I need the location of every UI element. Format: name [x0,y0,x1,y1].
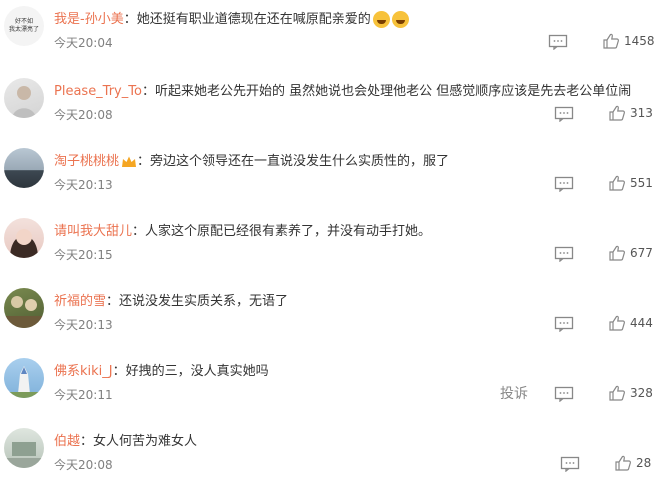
like-count: 313 [630,106,653,120]
username-link[interactable]: 伯越 [54,434,80,449]
thumbs-up-icon[interactable] [608,244,626,262]
separator: ： [123,12,137,27]
avatar-image [4,296,44,328]
reply-icon[interactable] [548,34,568,50]
separator: ： [137,154,151,169]
username-link[interactable]: Please_Try_To [54,84,142,99]
username-link[interactable]: 我是-孙小美 [54,12,124,27]
avatar[interactable] [4,218,44,258]
comment-line: 佛系kiki_J：好拽的三，没人真实她吗 [54,360,269,379]
like-count: 328 [630,386,653,400]
avatar-image [4,366,44,398]
thumbs-up-icon[interactable] [608,384,626,402]
comment-item: 淘子桃桃桃 ：旁边这个领导还在一直说没发生什么实质性的，服了 今天20:13 55… [0,142,660,212]
avatar-image [10,229,38,258]
like-count: 677 [630,246,653,260]
thumbs-up-icon[interactable] [614,454,632,472]
thumbs-up-icon[interactable] [602,32,620,50]
comment-time: 今天20:08 [54,458,113,472]
comment-line: 伯越：女人何苦为难女人 [54,430,197,449]
comment-line: 祈福的雪：还说没发生实质关系，无语了 [54,290,288,309]
laughing-crying-emoji-icon [391,11,409,28]
comment-text: 她还挺有职业道德现在还在喊原配亲爱的 [136,12,371,27]
reply-icon[interactable] [554,246,574,262]
crown-badge-icon [122,156,137,167]
separator: ： [112,364,126,379]
report-link[interactable]: 投诉 [500,383,528,403]
comment-text: 旁边这个领导还在一直说没发生什么实质性的，服了 [150,154,450,169]
comment-text: 还说没发生实质关系，无语了 [119,294,289,309]
avatar-image [4,442,44,468]
comment-text: 人家这个原配已经很有素养了，并没有动手打她。 [145,224,432,239]
like-count: 1458 [624,34,655,48]
comment-time: 今天20:04 [54,36,113,50]
avatar[interactable] [4,78,44,118]
comment-line: 请叫我大甜儿：人家这个原配已经很有素养了，并没有动手打她。 [54,220,431,239]
avatar[interactable] [4,148,44,188]
username-link[interactable]: 佛系kiki_J [54,364,113,379]
comment-time: 今天20:08 [54,108,113,122]
comment-time: 今天20:13 [54,318,113,332]
comment-item: Please_Try_To：听起来她老公先开始的 虽然她说也会处理他老公 但感觉… [0,72,660,142]
like-count: 28 [636,456,652,470]
comment-line: 我是-孙小美：她还挺有职业道德现在还在喊原配亲爱的 [54,8,409,28]
reply-icon[interactable] [554,386,574,402]
avatar[interactable] [4,288,44,328]
comment-time: 今天20:15 [54,248,113,262]
thumbs-up-icon[interactable] [608,174,626,192]
comment-time: 今天20:13 [54,178,113,192]
comment-time: 今天20:11 [54,388,113,402]
thumbs-up-icon[interactable] [608,104,626,122]
avatar-text: 好不如 我太漂亮了 [8,18,39,33]
comment-text: 女人何苦为难女人 [93,434,198,449]
reply-icon[interactable] [554,106,574,122]
comment-text: 听起来她老公先开始的 虽然她说也会处理他老公 但感觉顺序应该是先去老公单位闹 [154,84,632,99]
comment-line: 淘子桃桃桃 ：旁边这个领导还在一直说没发生什么实质性的，服了 [54,150,449,169]
avatar[interactable] [4,358,44,398]
username-link[interactable]: 请叫我大甜儿 [54,224,132,239]
avatar-image [12,86,36,118]
comment-item: 伯越：女人何苦为难女人 今天20:08 28 [0,422,660,492]
avatar[interactable] [4,428,44,468]
separator: ： [106,294,120,309]
separator: ： [141,84,155,99]
separator: ： [80,434,94,449]
thumbs-up-icon[interactable] [608,314,626,332]
laughing-crying-emoji-icon [372,11,390,28]
avatar[interactable]: 好不如 我太漂亮了 [4,6,44,46]
reply-icon[interactable] [560,456,580,472]
comment-item: 佛系kiki_J：好拽的三，没人真实她吗 今天20:11 投诉 328 [0,352,660,422]
like-count: 551 [630,176,653,190]
comment-item: 祈福的雪：还说没发生实质关系，无语了 今天20:13 444 [0,282,660,352]
username-link[interactable]: 祈福的雪 [54,294,106,309]
like-count: 444 [630,316,653,330]
comment-text: 好拽的三，没人真实她吗 [125,364,269,379]
reply-icon[interactable] [554,316,574,332]
username-link[interactable]: 淘子桃桃桃 [54,154,119,169]
reply-icon[interactable] [554,176,574,192]
comment-line: Please_Try_To：听起来她老公先开始的 虽然她说也会处理他老公 但感觉… [54,80,631,99]
comment-item: 请叫我大甜儿：人家这个原配已经很有素养了，并没有动手打她。 今天20:15 67… [0,212,660,282]
separator: ： [132,224,146,239]
comment-item: 好不如 我太漂亮了 我是-孙小美：她还挺有职业道德现在还在喊原配亲爱的 今天20… [0,0,660,70]
